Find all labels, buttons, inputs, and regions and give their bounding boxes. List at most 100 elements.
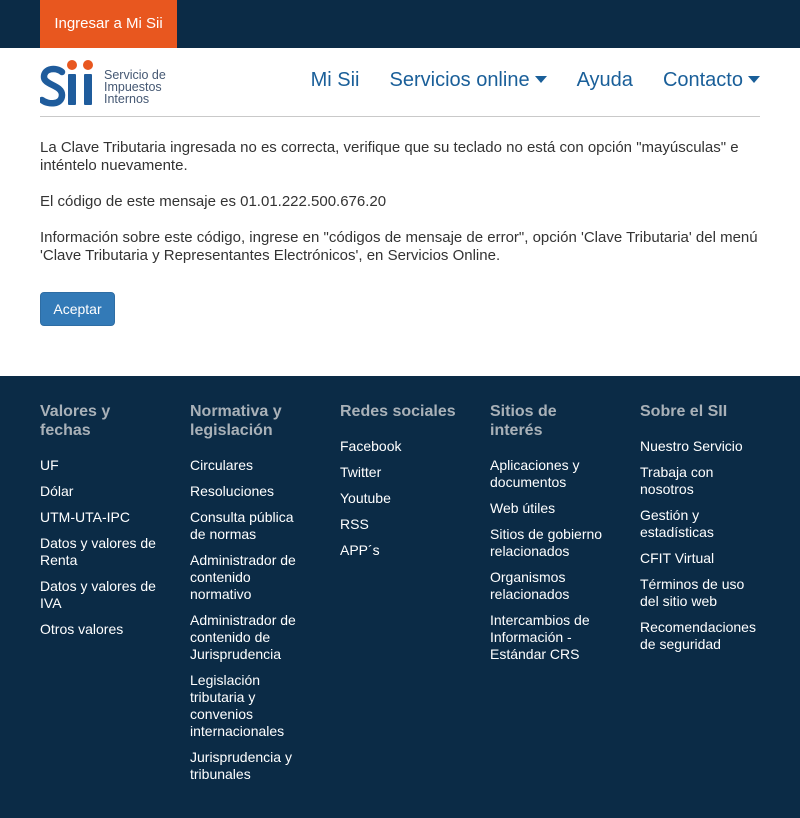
footer-link-otros-valores[interactable]: Otros valores	[40, 621, 123, 637]
footer-link-trabaja[interactable]: Trabaja con nosotros	[640, 464, 713, 497]
footer-column-sobre-sii: Sobre el SII Nuestro Servicio Trabaja co…	[640, 402, 760, 818]
footer-link-rss[interactable]: RSS	[340, 516, 369, 532]
list-item: Términos de uso del sitio web	[640, 576, 760, 610]
list-item: UF	[40, 457, 160, 474]
footer-link-legislacion-tributaria[interactable]: Legislación tributaria y convenios inter…	[190, 672, 284, 739]
footer-link-organismos[interactable]: Organismos relacionados	[490, 569, 569, 602]
footer-column-normativa: Normativa y legislación Circulares Resol…	[190, 402, 310, 818]
footer-link-consulta-publica[interactable]: Consulta pública de normas	[190, 509, 294, 542]
footer-link-jurisprudencia-tribunales[interactable]: Jurisprudencia y tribunales	[190, 749, 292, 782]
footer-link-uf[interactable]: UF	[40, 457, 59, 473]
login-button[interactable]: Ingresar a Mi Sii	[40, 0, 177, 48]
footer-column-sitios: Sitios de interés Aplicaciones y documen…	[490, 402, 610, 818]
footer-link-dolar[interactable]: Dólar	[40, 483, 73, 499]
list-item: RSS	[340, 516, 460, 533]
footer-column-redes: Redes sociales Facebook Twitter Youtube …	[340, 402, 460, 818]
footer-link-apps[interactable]: APP´s	[340, 542, 380, 558]
list-item: Sitios de gobierno relacionados	[490, 526, 610, 560]
list-item: Otros valores	[40, 621, 160, 638]
footer-link-utm-uta-ipc[interactable]: UTM-UTA-IPC	[40, 509, 130, 525]
footer-link-recomendaciones[interactable]: Recomendaciones de seguridad	[640, 619, 756, 652]
logo-i-stem	[84, 74, 92, 105]
list-item: Web útiles	[490, 500, 610, 517]
site-header: Servicio de Impuestos Internos Mi Sii Se…	[40, 48, 760, 117]
footer-link-aplicaciones[interactable]: Aplicaciones y documentos	[490, 457, 580, 490]
list-item: Resoluciones	[190, 483, 310, 500]
logo-text-line: Internos	[104, 92, 150, 106]
list-item: Gestión y estadísticas	[640, 507, 760, 541]
footer-link-list: Aplicaciones y documentos Web útiles Sit…	[490, 457, 610, 663]
list-item: Dólar	[40, 483, 160, 500]
list-item: Twitter	[340, 464, 460, 481]
footer-link-valores-iva[interactable]: Datos y valores de IVA	[40, 578, 156, 611]
error-help: Información sobre este código, ingrese e…	[40, 229, 758, 264]
list-item: Facebook	[340, 438, 460, 455]
logo-i-dot	[67, 60, 77, 70]
footer-link-web-utiles[interactable]: Web útiles	[490, 500, 555, 516]
sii-logo-mark	[40, 60, 93, 107]
footer-heading: Valores y fechas	[40, 403, 111, 439]
top-bar: Ingresar a Mi Sii	[0, 0, 800, 48]
footer-link-circulares[interactable]: Circulares	[190, 457, 253, 473]
footer-link-facebook[interactable]: Facebook	[340, 438, 401, 454]
footer-heading: Normativa y legislación	[190, 403, 282, 439]
list-item: UTM-UTA-IPC	[40, 509, 160, 526]
list-item: Legislación tributaria y convenios inter…	[190, 672, 310, 740]
list-item: Administrador de contenido normativo	[190, 552, 310, 603]
footer-link-terminos[interactable]: Términos de uso del sitio web	[640, 576, 744, 609]
list-item: Youtube	[340, 490, 460, 507]
logo-s-shape	[40, 65, 66, 107]
list-item: Recomendaciones de seguridad	[640, 619, 760, 653]
nav-label: Contacto	[662, 68, 743, 91]
list-item: Trabaja con nosotros	[640, 464, 760, 498]
footer-column-valores: Valores y fechas UF Dólar UTM-UTA-IPC Da…	[40, 402, 160, 818]
footer-link-estandar-crs[interactable]: Intercambios de Información - Estándar C…	[490, 612, 590, 662]
footer-link-contenido-jurisprudencia[interactable]: Administrador de contenido de Jurisprude…	[190, 612, 296, 662]
site-footer: Valores y fechas UF Dólar UTM-UTA-IPC Da…	[0, 376, 800, 818]
logo-i-stem	[68, 74, 76, 105]
footer-link-sitios-gobierno[interactable]: Sitios de gobierno relacionados	[490, 526, 602, 559]
sii-logo[interactable]: Servicio de Impuestos Internos	[40, 57, 166, 107]
caret-down-icon	[748, 75, 760, 83]
footer-link-contenido-normativo[interactable]: Administrador de contenido normativo	[190, 552, 296, 602]
list-item: Jurisprudencia y tribunales	[190, 749, 310, 783]
footer-link-nuestro-servicio[interactable]: Nuestro Servicio	[640, 438, 743, 454]
logo-i-dot	[83, 60, 93, 70]
list-item: Organismos relacionados	[490, 569, 610, 603]
list-item: APP´s	[340, 542, 460, 559]
error-message-panel: La Clave Tributaria ingresada no es corr…	[0, 117, 800, 376]
error-code: El código de este mensaje es 01.01.222.5…	[40, 193, 387, 210]
footer-link-youtube[interactable]: Youtube	[340, 490, 391, 506]
footer-heading: Sobre el SII	[640, 403, 728, 420]
list-item: Circulares	[190, 457, 310, 474]
footer-heading: Redes sociales	[340, 403, 456, 420]
footer-link-cfit-virtual[interactable]: CFIT Virtual	[640, 550, 714, 566]
list-item: Intercambios de Información - Estándar C…	[490, 612, 610, 663]
list-item: Consulta pública de normas	[190, 509, 310, 543]
nav-contacto[interactable]: Contacto	[663, 69, 760, 92]
nav-mi-sii[interactable]: Mi Sii	[311, 69, 360, 92]
footer-link-list: Nuestro Servicio Trabaja con nosotros Ge…	[640, 438, 760, 653]
caret-down-icon	[534, 75, 547, 83]
list-item: Administrador de contenido de Jurisprude…	[190, 612, 310, 663]
footer-link-list: UF Dólar UTM-UTA-IPC Datos y valores de …	[40, 457, 160, 638]
footer-link-valores-renta[interactable]: Datos y valores de Renta	[40, 535, 156, 568]
main-nav: Mi Sii Servicios online Ayuda Contacto	[311, 48, 760, 112]
accept-button[interactable]: Aceptar	[40, 292, 115, 326]
footer-heading: Sitios de interés	[490, 403, 557, 439]
nav-label: Servicios online	[389, 68, 530, 91]
logo-text: Servicio de Impuestos Internos	[104, 69, 166, 106]
list-item: Datos y valores de Renta	[40, 535, 160, 569]
list-item: Nuestro Servicio	[640, 438, 760, 455]
error-description: La Clave Tributaria ingresada no es corr…	[40, 139, 739, 174]
nav-servicios-online[interactable]: Servicios online	[390, 69, 547, 92]
list-item: Aplicaciones y documentos	[490, 457, 610, 491]
nav-ayuda[interactable]: Ayuda	[577, 69, 633, 92]
footer-link-gestion[interactable]: Gestión y estadísticas	[640, 507, 714, 540]
list-item: CFIT Virtual	[640, 550, 760, 567]
list-item: Datos y valores de IVA	[40, 578, 160, 612]
footer-link-twitter[interactable]: Twitter	[340, 464, 381, 480]
footer-link-list: Circulares Resoluciones Consulta pública…	[190, 457, 310, 783]
footer-link-resoluciones[interactable]: Resoluciones	[190, 483, 274, 499]
footer-link-list: Facebook Twitter Youtube RSS APP´s	[340, 438, 460, 559]
